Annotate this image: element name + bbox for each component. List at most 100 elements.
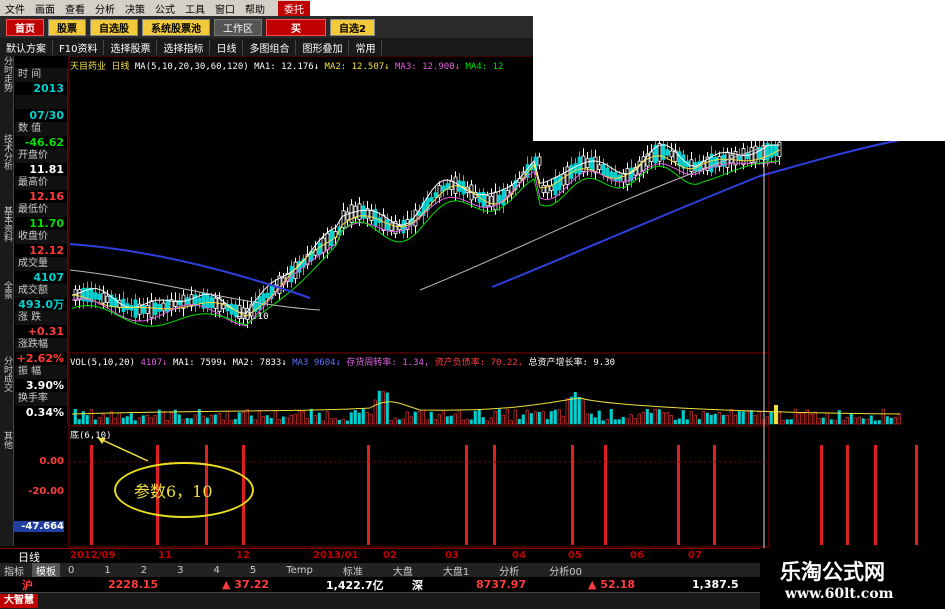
menu-item-2[interactable]: 查看 — [60, 1, 90, 16]
volume-bar — [97, 417, 101, 425]
template-tab-7[interactable]: 5 — [246, 565, 260, 576]
left-tab-0[interactable]: 分时走势 — [0, 56, 14, 92]
subbar-item-5[interactable]: 多图组合 — [243, 39, 297, 55]
template-tab-2[interactable]: 0 — [64, 565, 78, 576]
ind-axis-label-1: -20.00 — [28, 486, 64, 497]
side-label-5: 最低价 — [15, 203, 67, 217]
subbar-item-1[interactable]: F10资料 — [53, 39, 105, 55]
subbar-item-3[interactable]: 选择指标 — [157, 39, 211, 55]
volume-bar — [377, 390, 381, 425]
subbar-item-2[interactable]: 选择股票 — [104, 39, 158, 55]
volume-bar — [449, 415, 453, 425]
template-tab-5[interactable]: 3 — [173, 565, 187, 576]
menu-item-7[interactable]: 窗口 — [210, 1, 240, 16]
ma2-line — [71, 149, 781, 317]
candle-body — [777, 141, 782, 157]
volume-bar — [237, 412, 241, 425]
side-value-10: +2.62% — [16, 352, 64, 365]
template-tab-9[interactable]: 标准 — [339, 563, 367, 578]
template-tab-0[interactable]: 指标 — [0, 563, 28, 578]
subbar-item-0[interactable]: 默认方案 — [0, 39, 53, 55]
candle-body — [769, 144, 774, 158]
template-tab-8[interactable]: Temp — [282, 565, 317, 576]
template-tab-10[interactable]: 大盘 — [389, 563, 417, 578]
side-value-12: 0.34% — [25, 406, 64, 419]
candle-body — [165, 299, 170, 313]
left-tab-1[interactable]: 技术分析 — [0, 134, 14, 170]
date-tick-5: 03 — [445, 550, 459, 561]
candle-body — [585, 158, 590, 169]
menu-item-1[interactable]: 画面 — [30, 1, 60, 16]
volume-bar — [393, 417, 397, 425]
template-tab-3[interactable]: 1 — [100, 565, 114, 576]
volume-bar — [661, 412, 665, 425]
volume-bar — [217, 412, 221, 425]
indicator-title: 底(6,10) — [70, 431, 112, 441]
side-value-11: 3.90% — [25, 379, 64, 392]
left-tab-5[interactable]: 其他 — [0, 431, 14, 449]
vol-ma3-value: 9604↓ — [313, 358, 341, 368]
volume-bar — [321, 420, 325, 425]
volume-bar — [645, 409, 649, 425]
system-pool-button[interactable]: 系统股票池 — [142, 18, 210, 36]
buy-button[interactable]: 买 — [266, 18, 326, 36]
template-tab-1[interactable]: 模板 — [32, 562, 60, 578]
template-tab-4[interactable]: 2 — [137, 565, 151, 576]
volume-bar — [737, 411, 741, 425]
left-tab-2[interactable]: 基本资料 — [0, 206, 14, 242]
quote-info-panel: 时 间 2013 07/30 数 值 -46.62 开盘价 11.81 最高价 12.16 最低价… — [15, 68, 68, 423]
volume-bar — [729, 409, 733, 425]
candle-body — [549, 185, 554, 191]
volume-bar — [785, 419, 789, 425]
volume-bar — [129, 413, 133, 425]
volume-bar — [229, 420, 233, 425]
volume-bar — [137, 417, 141, 425]
workspace-button[interactable]: 工作区 — [214, 18, 262, 36]
menu-item-3[interactable]: 分析 — [90, 1, 120, 16]
menu-item-0[interactable]: 文件 — [0, 1, 30, 16]
menu-item-9[interactable]: 委托 — [278, 0, 310, 16]
volume-bar — [493, 410, 497, 425]
candle-body — [609, 171, 614, 179]
left-tab-4[interactable]: 分时成交 — [0, 356, 14, 392]
sub-toolbar: 默认方案 F10资料 选择股票 选择指标 日线 多图组合 图形叠加 常用 — [0, 38, 533, 56]
volume-bar — [221, 419, 225, 425]
template-tab-13[interactable]: 分析00 — [545, 563, 586, 578]
subbar-item-6[interactable]: 图形叠加 — [296, 39, 350, 55]
side-value-8: 493.0万 — [18, 298, 64, 311]
volume-bar — [453, 413, 457, 425]
menu-item-8[interactable]: 帮助 — [240, 1, 270, 16]
stocks-button[interactable]: 股票 — [48, 18, 86, 36]
volume-bar — [113, 417, 117, 425]
menu-item-5[interactable]: 公式 — [150, 1, 180, 16]
volume-bar — [605, 418, 609, 425]
candle-body — [501, 188, 506, 206]
home-button[interactable]: 首页 — [6, 18, 44, 36]
subbar-item-7[interactable]: 常用 — [349, 39, 383, 55]
menu-item-6[interactable]: 工具 — [180, 1, 210, 16]
signal-bar — [571, 445, 574, 545]
signal-bar — [465, 445, 468, 545]
watchlist2-button[interactable]: 自选2 — [330, 18, 375, 36]
template-tab-6[interactable]: 4 — [210, 565, 224, 576]
candle-body — [637, 160, 642, 175]
candle-body — [105, 295, 110, 303]
volume-bar — [825, 412, 829, 425]
annotation-text: 参数6，10 — [134, 482, 213, 501]
side-value-6: 12.12 — [29, 244, 64, 257]
volume-bar — [673, 419, 677, 425]
date-tick-2: 12 — [236, 550, 250, 561]
candle-body — [133, 299, 138, 318]
template-tab-12[interactable]: 分析 — [495, 563, 523, 578]
volume-bar — [233, 419, 237, 425]
brand-logo[interactable]: 大智慧 — [0, 594, 38, 608]
watchlist-button[interactable]: 自选股 — [90, 18, 138, 36]
subbar-item-4[interactable]: 日线 — [210, 39, 244, 55]
watermark-title: 乐淘公式网 — [780, 559, 885, 584]
template-tab-11[interactable]: 大盘1 — [439, 563, 473, 578]
candle-body — [613, 171, 618, 182]
menu-item-4[interactable]: 决策 — [120, 1, 150, 16]
side-label-2: 数 值 — [15, 122, 67, 136]
left-tab-3[interactable]: 全景 — [0, 281, 14, 299]
sz-index-value: 8737.97 — [476, 578, 527, 591]
